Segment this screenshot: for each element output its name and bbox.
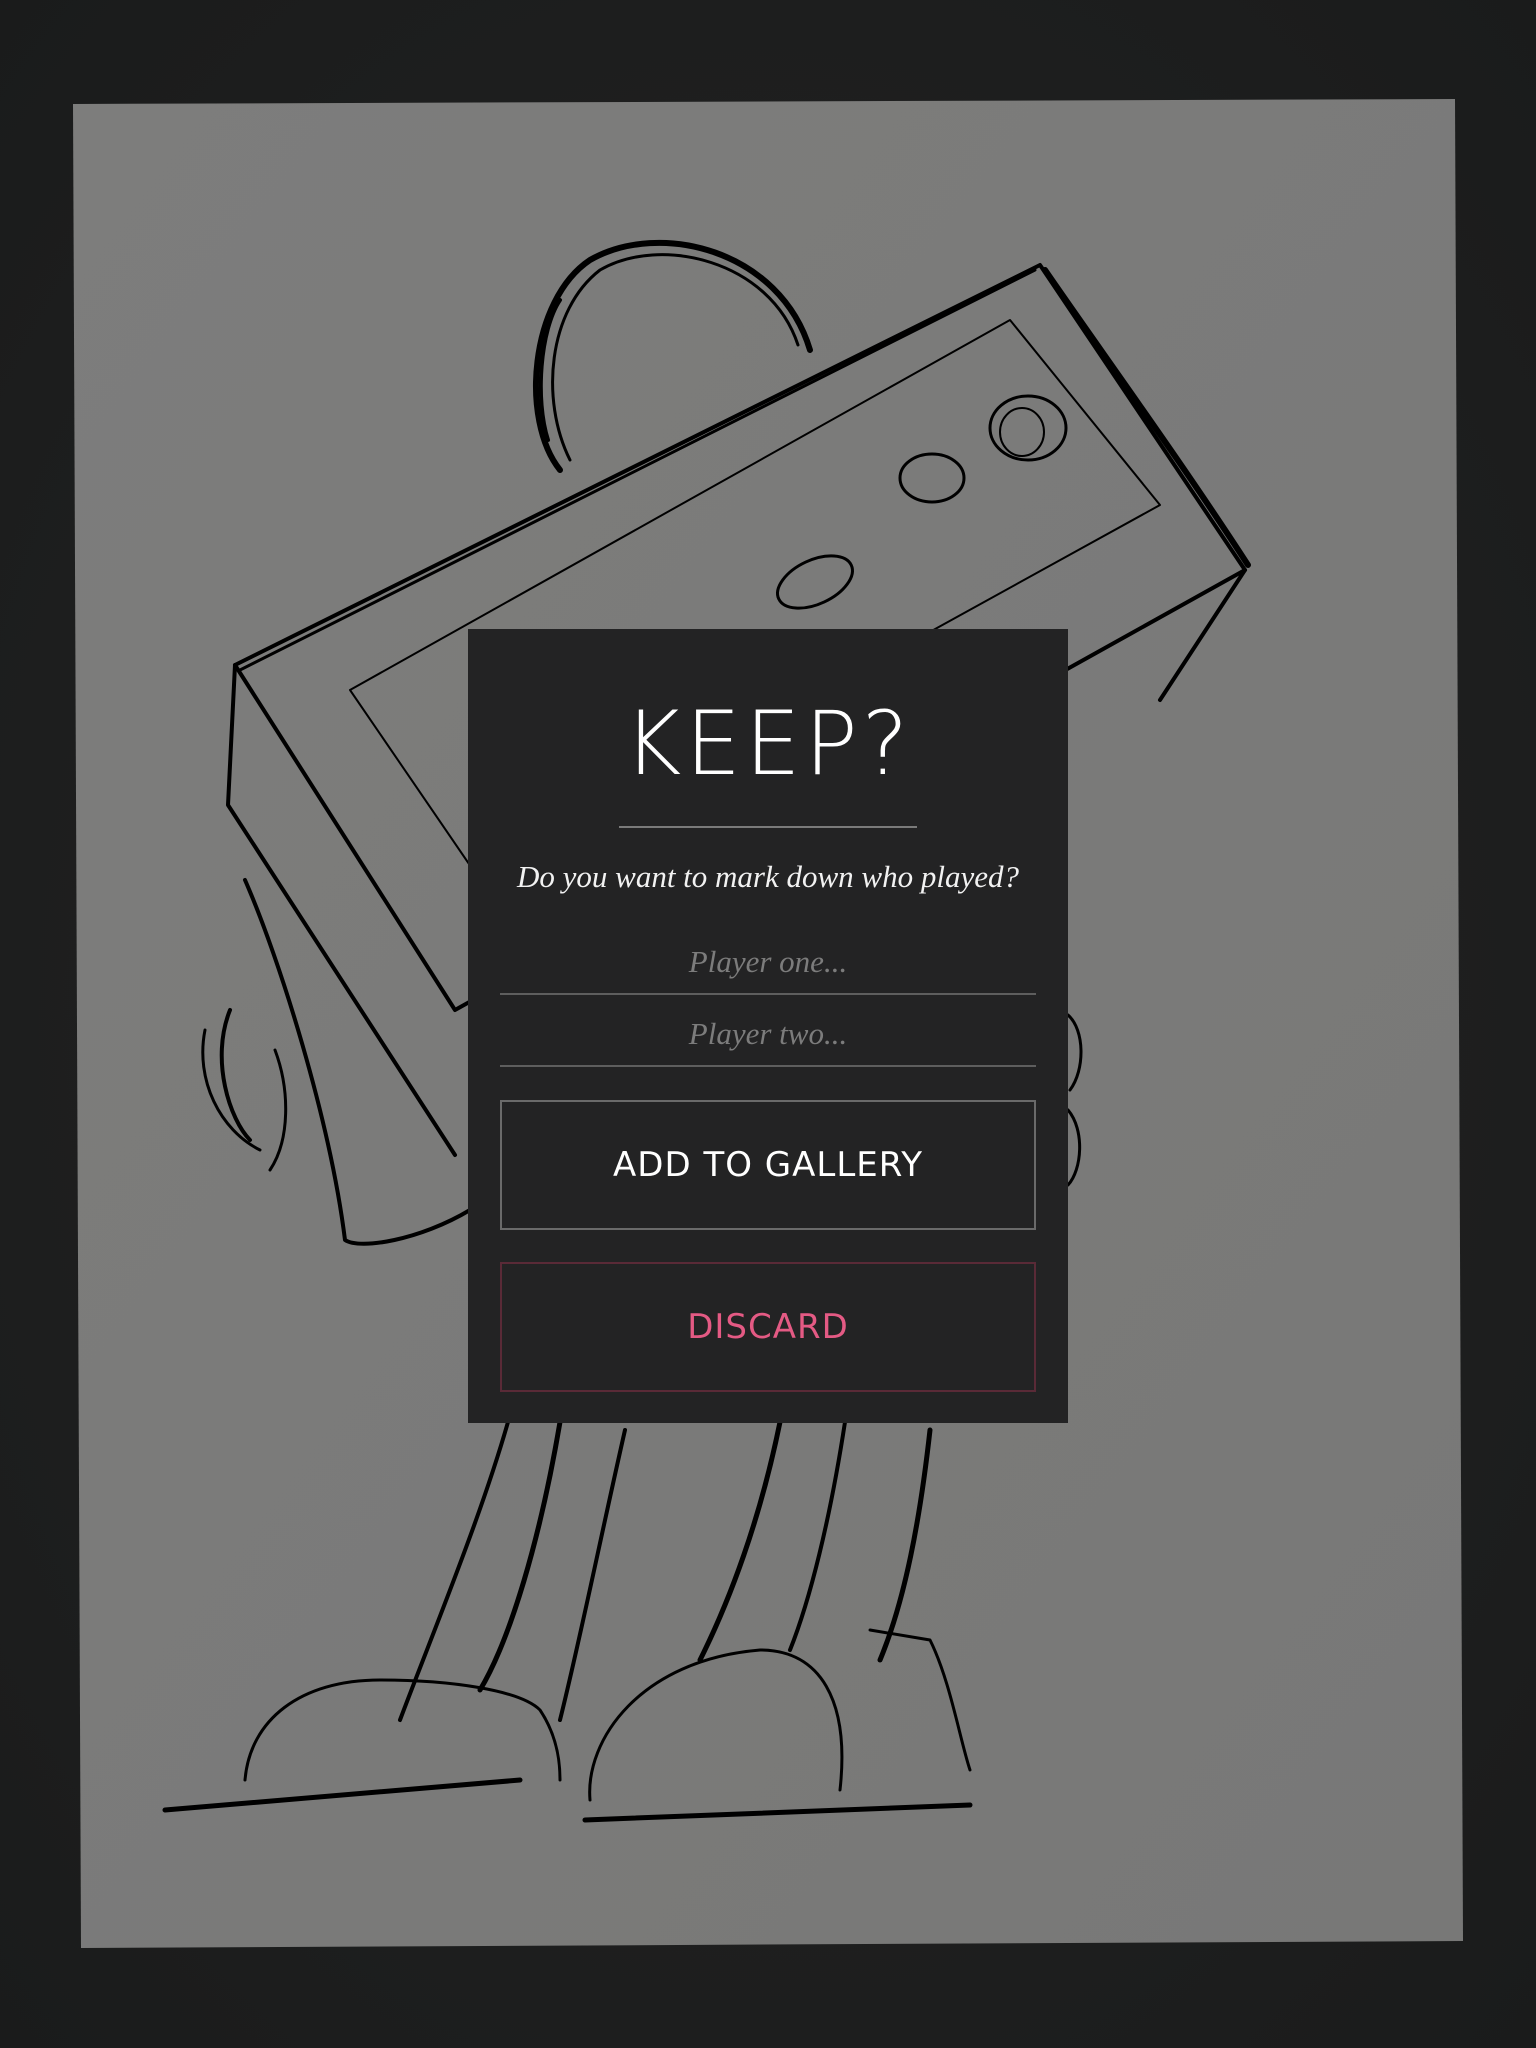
player-two-input[interactable] <box>500 1003 1036 1067</box>
player-one-input[interactable] <box>500 931 1036 995</box>
keep-dialog: KEEP? Do you want to mark down who playe… <box>468 629 1068 1423</box>
title-divider <box>619 826 917 828</box>
dialog-title: KEEP? <box>623 692 913 795</box>
add-to-gallery-label: ADD TO GALLERY <box>613 1145 923 1185</box>
dialog-prompt: Do you want to mark down who played? <box>517 859 1019 894</box>
discard-label: DISCARD <box>687 1307 849 1347</box>
discard-button[interactable]: DISCARD <box>500 1262 1036 1392</box>
add-to-gallery-button[interactable]: ADD TO GALLERY <box>500 1100 1036 1230</box>
